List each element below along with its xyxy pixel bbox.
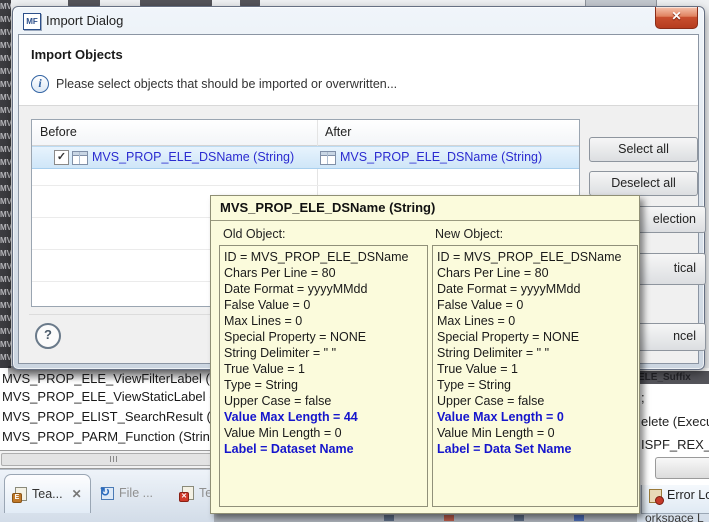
new-object-label: New Object:: [435, 227, 503, 241]
old-object-box: ID = MVS_PROP_ELE_DSName Chars Per Line …: [219, 245, 428, 507]
app-icon: MF: [23, 13, 41, 30]
scrollbar-grip-icon: [110, 456, 117, 462]
property-line: Upper Case = false: [224, 393, 423, 409]
property-line: Upper Case = false: [437, 393, 633, 409]
object-compare-tooltip: MVS_PROP_ELE_DSName (String) Old Object:…: [210, 195, 640, 514]
tab-team[interactable]: E Tea... ✕: [4, 474, 91, 513]
table-header-row: Before After: [32, 120, 579, 146]
scrollbar-thumb[interactable]: [1, 453, 231, 466]
after-cell: MVS_PROP_ELE_DSName (String): [340, 150, 542, 164]
tab-close-icon[interactable]: ✕: [72, 487, 82, 501]
property-line: Date Format = yyyyMMdd: [224, 281, 423, 297]
property-line: Max Lines = 0: [224, 313, 423, 329]
table-object-icon: [72, 151, 88, 165]
tab-label: Tea...: [32, 487, 63, 501]
property-line-changed: Label = Data Set Name: [437, 441, 633, 457]
property-line-changed: Value Max Length = 44: [224, 409, 423, 425]
property-line: False Value = 0: [224, 297, 423, 313]
team-error-icon: ✕: [180, 486, 194, 500]
team-view-icon: E: [13, 487, 27, 501]
error-log-icon: [648, 488, 662, 502]
before-cell: MVS_PROP_ELE_DSName (String): [92, 150, 294, 164]
identical-button-partial[interactable]: tical: [639, 253, 706, 285]
selected-item-fragment: ELE_Suffix: [638, 371, 709, 384]
property-line: True Value = 1: [437, 361, 633, 377]
dialog-header: Import Objects i Please select objects t…: [19, 35, 698, 106]
property-line: False Value = 0: [437, 297, 633, 313]
property-line: Chars Per Line = 80: [437, 265, 633, 281]
tab-label: Error Lo: [667, 488, 709, 502]
table-object-icon: [320, 151, 336, 165]
tooltip-title: MVS_PROP_ELE_DSName (String): [220, 200, 435, 215]
property-line: Value Min Length = 0: [224, 425, 423, 441]
page-title: Import Objects: [31, 47, 123, 62]
text-fragment: ;: [641, 390, 645, 405]
property-line: Type = String: [437, 377, 633, 393]
close-button[interactable]: ✕: [655, 7, 698, 29]
close-icon: ✕: [671, 9, 681, 23]
table-row[interactable]: ✓ MVS_PROP_ELE_DSName (String) MVS_PROP_…: [32, 146, 579, 169]
new-object-box: ID = MVS_PROP_ELE_DSName Chars Per Line …: [432, 245, 638, 507]
text-fragment: ISPF_REX_C: [641, 437, 709, 452]
old-object-label: Old Object:: [223, 227, 286, 241]
select-all-button[interactable]: Select all: [589, 137, 698, 162]
row-separator: [32, 185, 579, 186]
property-line: Chars Per Line = 80: [224, 265, 423, 281]
deselect-all-button[interactable]: Deselect all: [589, 171, 698, 196]
info-icon: i: [31, 75, 49, 93]
property-line-changed: Value Max Length = 0: [437, 409, 633, 425]
row-checkbox[interactable]: ✓: [54, 150, 69, 165]
property-line: Value Min Length = 0: [437, 425, 633, 441]
file-sync-icon: ↻: [100, 486, 114, 500]
background-toolbar-fragment: [214, 514, 637, 522]
property-line: String Delimiter = " ": [437, 345, 633, 361]
property-line: True Value = 1: [224, 361, 423, 377]
column-header-before[interactable]: Before: [40, 125, 77, 139]
property-line: Type = String: [224, 377, 423, 393]
text-fragment: elete (Execu: [641, 414, 709, 429]
background-clipped-text-column: MV MV MV MV MV MV MV MV MV MV MV MV MV M…: [0, 0, 11, 372]
tab-file[interactable]: ↻ File ...: [96, 482, 157, 504]
title-bar[interactable]: MF Import Dialog ✕: [13, 7, 704, 35]
cancel-button-partial[interactable]: ncel: [639, 323, 706, 351]
help-button[interactable]: ?: [35, 323, 61, 349]
info-message: Please select objects that should be imp…: [56, 77, 397, 91]
property-line: Max Lines = 0: [437, 313, 633, 329]
property-line: ID = MVS_PROP_ELE_DSName: [437, 249, 633, 265]
background-button-fragment: [655, 457, 709, 479]
screenshot-root: MV MV MV MV MV MV MV MV MV MV MV MV MV M…: [0, 0, 709, 522]
property-line: ID = MVS_PROP_ELE_DSName: [224, 249, 423, 265]
property-line-changed: Label = Dataset Name: [224, 441, 423, 457]
background-right-window: ELE_Suffix ; elete (Execu ISPF_REX_C: [637, 368, 709, 485]
workspace-text-fragment: orkspace L: [645, 511, 704, 522]
property-line: String Delimiter = " ": [224, 345, 423, 361]
selection-button-partial[interactable]: election: [639, 206, 706, 233]
property-line: Special Property = NONE: [224, 329, 423, 345]
property-line: Date Format = yyyyMMdd: [437, 281, 633, 297]
window-title: Import Dialog: [46, 13, 123, 28]
tab-label: File ...: [119, 486, 153, 500]
column-header-after[interactable]: After: [325, 125, 351, 139]
tooltip-divider: [211, 220, 639, 221]
property-line: Special Property = NONE: [437, 329, 633, 345]
